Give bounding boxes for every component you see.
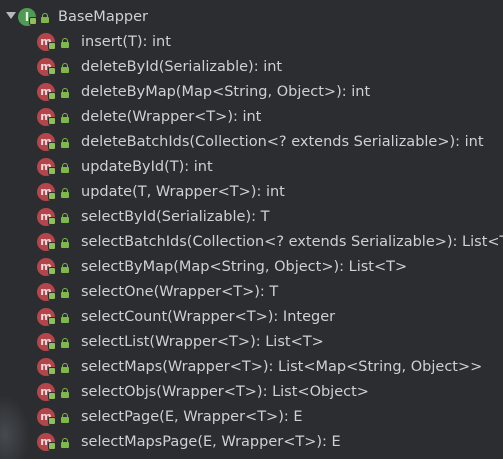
method-label: deleteById(Serializable): int [81, 59, 283, 75]
method-tree-item[interactable]: m selectList(Wrapper<T>): List<T> [0, 330, 503, 355]
abstract-badge-icon [48, 442, 56, 450]
lock-icon [61, 63, 69, 73]
tree-root-node[interactable]: I BaseMapper [0, 5, 503, 30]
method-tree-item[interactable]: m update(T, Wrapper<T>): int [0, 180, 503, 205]
lock-icon [61, 363, 69, 373]
method-tree-item[interactable]: m insert(T): int [0, 30, 503, 55]
method-tree-item[interactable]: m deleteByMap(Map<String, Object>): int [0, 80, 503, 105]
method-label: selectMaps(Wrapper<T>): List<Map<String,… [81, 359, 483, 375]
lock-icon [61, 163, 69, 173]
method-tree-item[interactable]: m delete(Wrapper<T>): int [0, 105, 503, 130]
method-label: insert(T): int [81, 34, 171, 50]
lock-icon [61, 263, 69, 273]
abstract-badge-icon [48, 192, 56, 200]
method-label: delete(Wrapper<T>): int [81, 109, 262, 125]
method-label: deleteByMap(Map<String, Object>): int [81, 84, 371, 100]
abstract-badge-icon [48, 242, 56, 250]
abstract-badge-icon [48, 292, 56, 300]
method-label: selectById(Serializable): T [81, 209, 270, 225]
abstract-badge-icon [48, 42, 56, 50]
method-tree-item[interactable]: m updateById(T): int [0, 155, 503, 180]
lock-icon [61, 413, 69, 423]
method-label: selectPage(E, Wrapper<T>): E [81, 409, 303, 425]
method-tree-item[interactable]: m selectBatchIds(Collection<? extends Ser… [0, 230, 503, 255]
abstract-badge-icon [48, 142, 56, 150]
method-tree-item[interactable]: m selectCount(Wrapper<T>): Integer [0, 305, 503, 330]
abstract-badge-icon [48, 167, 56, 175]
abstract-badge-icon [48, 342, 56, 350]
abstract-badge-icon [48, 417, 56, 425]
tree-root-label: BaseMapper [58, 9, 148, 25]
method-label: updateById(T): int [81, 159, 213, 175]
abstract-badge-icon [48, 67, 56, 75]
method-tree-item[interactable]: m selectOne(Wrapper<T>): T [0, 280, 503, 305]
lock-icon [61, 88, 69, 98]
abstract-badge-icon [48, 267, 56, 275]
lock-icon [61, 388, 69, 398]
expand-arrow-icon[interactable] [6, 12, 16, 19]
method-tree-item[interactable]: m deleteBatchIds(Collection<? extends Ser… [0, 130, 503, 155]
lock-icon [61, 188, 69, 198]
method-tree-item[interactable]: m selectObjs(Wrapper<T>): List<Object> [0, 380, 503, 405]
lock-icon [61, 138, 69, 148]
abstract-badge-icon [48, 392, 56, 400]
method-tree-item[interactable]: m deleteById(Serializable): int [0, 55, 503, 80]
structure-tree-panel: I BaseMapper m insert(T): int m deleteById(… [0, 0, 503, 459]
lock-icon [61, 238, 69, 248]
lock-icon [61, 313, 69, 323]
abstract-badge-icon [48, 317, 56, 325]
lock-icon [61, 438, 69, 448]
method-label: selectObjs(Wrapper<T>): List<Object> [81, 384, 369, 400]
method-tree-item[interactable]: m selectMaps(Wrapper<T>): List<Map<String… [0, 355, 503, 380]
method-label: selectByMap(Map<String, Object>): List<T… [81, 259, 408, 275]
method-label: selectBatchIds(Collection<? extends Seri… [81, 234, 503, 250]
lock-icon [61, 213, 69, 223]
lock-icon [61, 113, 69, 123]
method-tree-item[interactable]: m selectByMap(Map<String, Object>): List<… [0, 255, 503, 280]
method-label: deleteBatchIds(Collection<? extends Seri… [81, 134, 484, 150]
abstract-badge-icon [48, 92, 56, 100]
method-label: update(T, Wrapper<T>): int [81, 184, 285, 200]
lock-icon [61, 288, 69, 298]
method-label: selectList(Wrapper<T>): List<T> [81, 334, 324, 350]
method-tree-item[interactable]: m selectById(Serializable): T [0, 205, 503, 230]
public-badge-icon [29, 17, 37, 25]
method-label: selectMapsPage(E, Wrapper<T>): E [81, 434, 341, 450]
lock-icon [61, 38, 69, 48]
lock-icon [41, 13, 49, 23]
method-tree-item[interactable]: m selectPage(E, Wrapper<T>): E [0, 405, 503, 430]
lock-icon [61, 338, 69, 348]
method-tree-item[interactable]: m selectMapsPage(E, Wrapper<T>): E [0, 430, 503, 455]
abstract-badge-icon [48, 117, 56, 125]
method-label: selectCount(Wrapper<T>): Integer [81, 309, 336, 325]
abstract-badge-icon [48, 217, 56, 225]
method-label: selectOne(Wrapper<T>): T [81, 284, 279, 300]
abstract-badge-icon [48, 367, 56, 375]
